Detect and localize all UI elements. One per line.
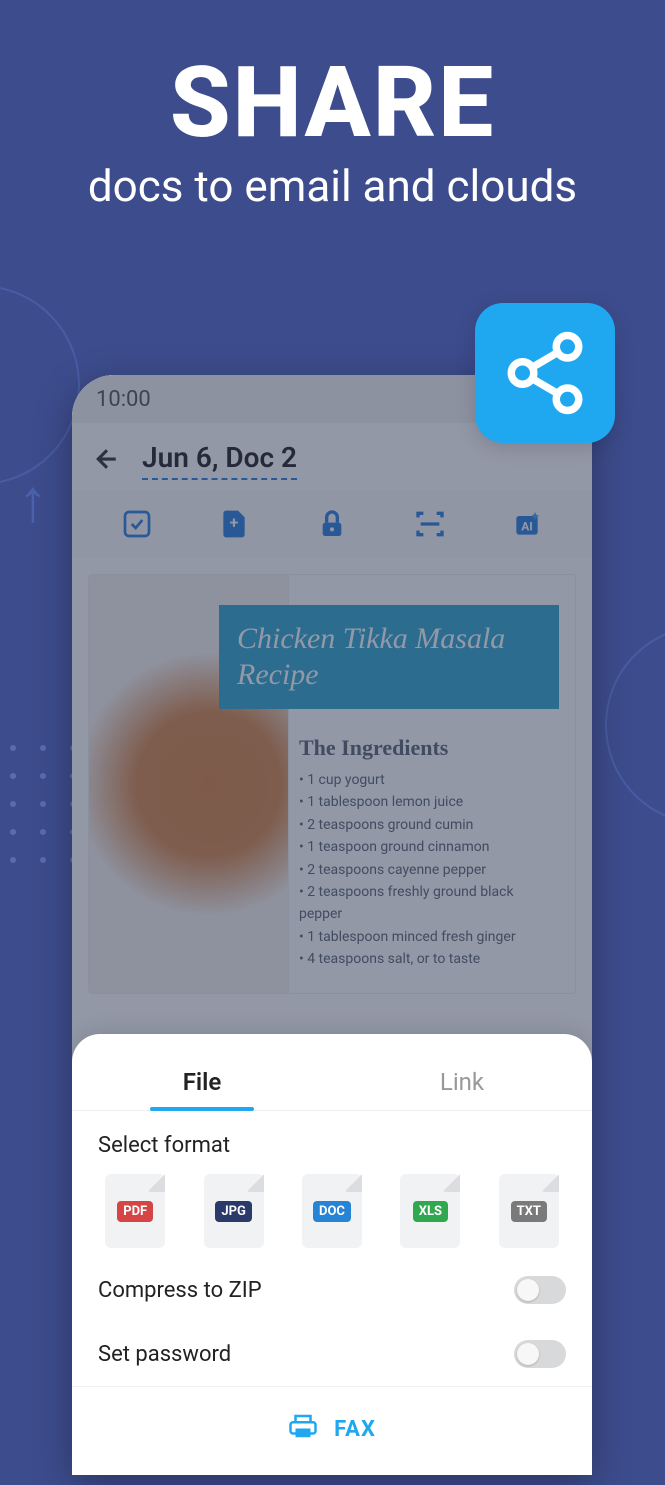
- file-icon: PDF: [105, 1174, 165, 1248]
- hero-subtitle: docs to email and clouds: [0, 160, 665, 212]
- toolbar: + AI: [72, 490, 592, 558]
- checkbox-icon[interactable]: [117, 504, 157, 544]
- compress-zip-label: Compress to ZIP: [98, 1278, 262, 1303]
- format-row: PDF JPG DOC XLS TXT: [72, 1174, 592, 1258]
- add-page-icon[interactable]: +: [214, 504, 254, 544]
- hero-title: SHARE: [0, 45, 665, 160]
- ingredient-item: 2 teaspoons cayenne pepper: [299, 859, 559, 881]
- tab-link[interactable]: Link: [332, 1054, 592, 1110]
- ingredient-item: 1 teaspoon ground cinnamon: [299, 836, 559, 858]
- fax-button[interactable]: FAX: [72, 1386, 592, 1475]
- format-jpg[interactable]: JPG: [204, 1174, 264, 1248]
- ingredient-item: 4 teaspoons salt, or to taste: [299, 948, 559, 970]
- file-icon: DOC: [302, 1174, 362, 1248]
- format-badge: DOC: [313, 1201, 351, 1222]
- decorative-dots: [10, 745, 78, 863]
- share-sheet: File Link Select format PDF JPG DOC XLS …: [72, 1034, 592, 1475]
- ingredient-item: 1 tablespoon minced fresh ginger: [299, 926, 559, 948]
- format-badge: PDF: [117, 1201, 153, 1222]
- document-title[interactable]: Jun 6, Doc 2: [142, 441, 297, 480]
- format-xls[interactable]: XLS: [400, 1174, 460, 1248]
- ai-icon[interactable]: AI: [507, 504, 547, 544]
- document-preview[interactable]: Chicken Tikka Masala Recipe The Ingredie…: [88, 574, 576, 994]
- format-txt[interactable]: TXT: [499, 1174, 559, 1248]
- lock-icon[interactable]: [312, 504, 352, 544]
- tab-file[interactable]: File: [72, 1054, 332, 1110]
- printer-icon: [288, 1411, 318, 1447]
- phone-mockup: 10:00 Jun 6, Doc 2 + AI Chicken Tikka Ma…: [72, 375, 592, 1475]
- svg-text:+: +: [230, 513, 239, 532]
- share-icon: [475, 303, 615, 443]
- set-password-toggle[interactable]: [514, 1340, 566, 1368]
- decorative-circle: [605, 625, 665, 825]
- file-icon: JPG: [204, 1174, 264, 1248]
- ingredient-item: 1 cup yogurt: [299, 769, 559, 791]
- back-icon[interactable]: [92, 444, 122, 478]
- select-format-label: Select format: [72, 1111, 592, 1174]
- status-time: 10:00: [96, 387, 151, 412]
- format-pdf[interactable]: PDF: [105, 1174, 165, 1248]
- format-badge: JPG: [215, 1201, 252, 1222]
- ingredient-item: 1 tablespoon lemon juice: [299, 791, 559, 813]
- recipe-title-banner: Chicken Tikka Masala Recipe: [219, 605, 559, 709]
- format-badge: XLS: [413, 1201, 448, 1222]
- format-doc[interactable]: DOC: [302, 1174, 362, 1248]
- decorative-arrow-icon: ↑: [18, 465, 48, 536]
- fax-label: FAX: [334, 1417, 376, 1442]
- scan-icon[interactable]: [410, 504, 450, 544]
- ingredient-item: 2 teaspoons ground cumin: [299, 814, 559, 836]
- decorative-circle: [0, 285, 80, 485]
- sheet-tabs: File Link: [72, 1054, 592, 1111]
- file-icon: TXT: [499, 1174, 559, 1248]
- ingredients-list: 1 cup yogurt 1 tablespoon lemon juice 2 …: [299, 769, 559, 971]
- file-icon: XLS: [400, 1174, 460, 1248]
- set-password-row: Set password: [72, 1322, 592, 1386]
- compress-zip-toggle[interactable]: [514, 1276, 566, 1304]
- svg-text:AI: AI: [521, 520, 533, 534]
- ingredient-item: 2 teaspoons freshly ground black pepper: [299, 881, 559, 926]
- set-password-label: Set password: [98, 1342, 231, 1367]
- recipe-body: The Ingredients 1 cup yogurt 1 tablespoo…: [299, 735, 559, 971]
- compress-zip-row: Compress to ZIP: [72, 1258, 592, 1322]
- ingredients-heading: The Ingredients: [299, 735, 559, 761]
- format-badge: TXT: [511, 1201, 547, 1222]
